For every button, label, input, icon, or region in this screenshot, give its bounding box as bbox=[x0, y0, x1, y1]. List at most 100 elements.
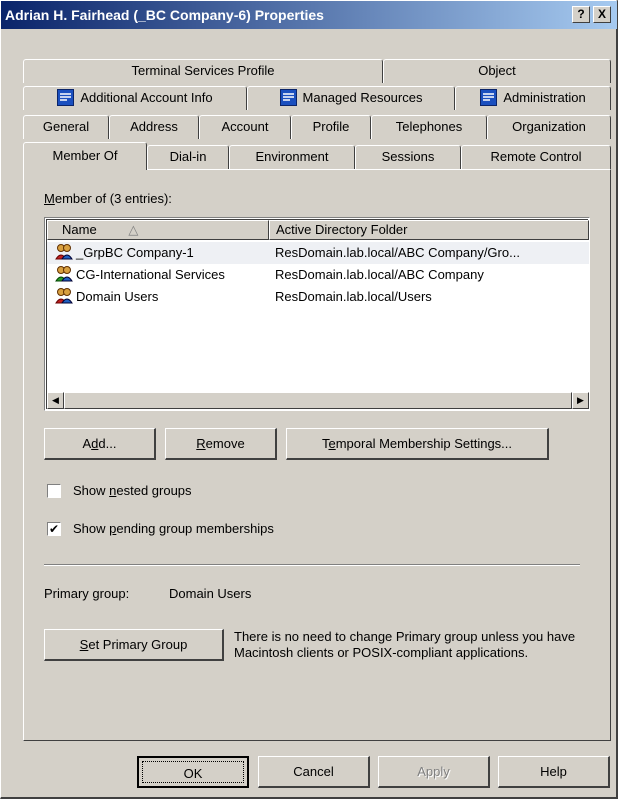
tab-member-of[interactable]: Member Of bbox=[23, 142, 147, 170]
temporal-membership-settings-button[interactable]: Temporal Membership Settings... bbox=[286, 428, 549, 460]
tab-label: Telephones bbox=[395, 119, 463, 134]
list-item[interactable]: _GrpBC Company-1 ResDomain.lab.local/ABC… bbox=[47, 242, 589, 264]
tab-object[interactable]: Object bbox=[383, 59, 611, 83]
tab-label: Organization bbox=[512, 119, 586, 134]
administration-icon bbox=[480, 89, 498, 106]
tab-sessions[interactable]: Sessions bbox=[355, 145, 461, 169]
remove-button[interactable]: Remove bbox=[165, 428, 277, 460]
sort-ascending-icon: △ bbox=[128, 222, 139, 237]
btn-text: Help bbox=[540, 764, 567, 779]
group-name: Domain Users bbox=[76, 289, 159, 304]
tab-label: Sessions bbox=[381, 149, 435, 164]
btn-text: emove bbox=[205, 436, 245, 451]
column-label: Active Directory Folder bbox=[276, 222, 408, 237]
cell-name: CG-International Services bbox=[55, 264, 269, 286]
mnemonic: e bbox=[328, 436, 336, 451]
list-item[interactable]: CG-International Services ResDomain.lab.… bbox=[47, 264, 589, 286]
scroll-thumb[interactable] bbox=[64, 392, 572, 409]
column-label: Name bbox=[62, 222, 97, 237]
help-title-button[interactable]: ? bbox=[572, 6, 590, 23]
help-button[interactable]: Help bbox=[498, 756, 610, 788]
help-glyph: ? bbox=[577, 7, 585, 21]
show-pending-memberships-label[interactable]: Show pending group memberships bbox=[73, 521, 274, 536]
tab-label: Address bbox=[130, 119, 178, 134]
member-of-list[interactable]: Name △ Active Directory Folder _GrpBC Co… bbox=[44, 217, 590, 411]
btn-text: Apply bbox=[417, 764, 450, 779]
group-name: _GrpBC Company-1 bbox=[76, 245, 194, 260]
tab-environment[interactable]: Environment bbox=[229, 145, 355, 169]
tab-label: Profile bbox=[312, 119, 350, 134]
label-text: ember of (3 entries): bbox=[54, 191, 172, 206]
window-title: Adrian H. Fairhead (_BC Company-6) Prope… bbox=[5, 7, 324, 23]
cell-name: Domain Users bbox=[55, 286, 269, 308]
btn-text: Cancel bbox=[293, 764, 334, 779]
mnemonic: R bbox=[196, 436, 206, 451]
check-mark: ✔ bbox=[48, 522, 60, 536]
cell-folder: ResDomain.lab.local/ABC Company bbox=[275, 267, 484, 282]
title-bar: Adrian H. Fairhead (_BC Company-6) Prope… bbox=[1, 1, 617, 29]
btn-text: d... bbox=[98, 436, 117, 451]
cancel-button[interactable]: Cancel bbox=[258, 756, 370, 788]
primary-group-note: There is no need to change Primary group… bbox=[234, 629, 576, 660]
tab-dial-in[interactable]: Dial-in bbox=[147, 145, 229, 169]
show-nested-groups-label[interactable]: Show nested groups bbox=[73, 483, 192, 498]
tab-terminal-services-profile[interactable]: Terminal Services Profile bbox=[23, 59, 383, 83]
btn-text: mporal Membership Settings... bbox=[335, 436, 513, 451]
label-text: Show bbox=[73, 521, 110, 536]
tab-label: Account bbox=[221, 119, 269, 134]
member-of-label: Member of (3 entries): bbox=[44, 191, 172, 206]
set-primary-group-button[interactable]: Set Primary Group bbox=[44, 629, 224, 661]
apply-button[interactable]: Apply bbox=[378, 756, 490, 788]
tab-profile[interactable]: Profile bbox=[291, 115, 371, 139]
tab-telephones[interactable]: Telephones bbox=[371, 115, 487, 139]
tab-label: Additional Account Info bbox=[80, 90, 213, 105]
properties-dialog: Adrian H. Fairhead (_BC Company-6) Prope… bbox=[0, 0, 618, 799]
tab-additional-account-info[interactable]: Additional Account Info bbox=[23, 86, 247, 110]
primary-group-value: Domain Users bbox=[169, 586, 252, 601]
show-pending-memberships-checkbox[interactable]: ✔ bbox=[47, 522, 61, 536]
mnemonic: M bbox=[44, 191, 55, 206]
tab-account[interactable]: Account bbox=[199, 115, 291, 139]
close-glyph: X bbox=[597, 7, 606, 21]
tab-label: Object bbox=[478, 63, 516, 78]
arrow-right-icon: ▶ bbox=[577, 395, 584, 405]
column-header-folder[interactable]: Active Directory Folder bbox=[269, 220, 589, 240]
cell-folder: ResDomain.lab.local/ABC Company/Gro... bbox=[275, 245, 520, 260]
arrow-left-icon: ◀ bbox=[52, 395, 59, 405]
close-title-button[interactable]: X bbox=[593, 6, 611, 23]
tab-general[interactable]: General bbox=[23, 115, 109, 139]
group-icon bbox=[55, 287, 73, 304]
add-button[interactable]: Add... bbox=[44, 428, 156, 460]
tab-label: Administration bbox=[503, 90, 586, 105]
tab-organization[interactable]: Organization bbox=[487, 115, 611, 139]
cell-name: _GrpBC Company-1 bbox=[55, 242, 269, 264]
group-name: CG-International Services bbox=[76, 267, 225, 282]
tab-label: Managed Resources bbox=[302, 90, 423, 105]
btn-text: A bbox=[82, 436, 92, 451]
list-inner: Name △ Active Directory Folder _GrpBC Co… bbox=[46, 219, 589, 409]
tab-remote-control[interactable]: Remote Control bbox=[461, 145, 611, 169]
group-icon bbox=[55, 265, 73, 282]
btn-text: et Primary Group bbox=[88, 637, 188, 652]
tab-label: Remote Control bbox=[490, 149, 582, 164]
separator bbox=[44, 564, 580, 566]
ok-button[interactable]: OK bbox=[137, 756, 249, 788]
managed-resources-icon bbox=[279, 89, 297, 106]
tab-address[interactable]: Address bbox=[109, 115, 199, 139]
tab-label: General bbox=[42, 119, 90, 134]
tab-administration[interactable]: Administration bbox=[455, 86, 611, 110]
label-text: Show bbox=[73, 483, 110, 498]
column-header-name[interactable]: Name △ bbox=[47, 220, 269, 240]
label-text: ested groups bbox=[116, 483, 192, 498]
show-nested-groups-checkbox[interactable] bbox=[47, 484, 61, 498]
account-info-icon bbox=[57, 89, 75, 106]
scroll-right-button[interactable]: ▶ bbox=[572, 392, 589, 409]
tab-managed-resources[interactable]: Managed Resources bbox=[247, 86, 455, 110]
cell-folder: ResDomain.lab.local/Users bbox=[275, 289, 432, 304]
scroll-left-button[interactable]: ◀ bbox=[47, 392, 64, 409]
horizontal-scrollbar[interactable]: ◀ ▶ bbox=[47, 392, 589, 409]
focus-rect: OK bbox=[142, 761, 244, 783]
tab-label: Member Of bbox=[52, 148, 118, 163]
list-item[interactable]: Domain Users ResDomain.lab.local/Users bbox=[47, 286, 589, 308]
tab-label: Terminal Services Profile bbox=[131, 63, 275, 78]
